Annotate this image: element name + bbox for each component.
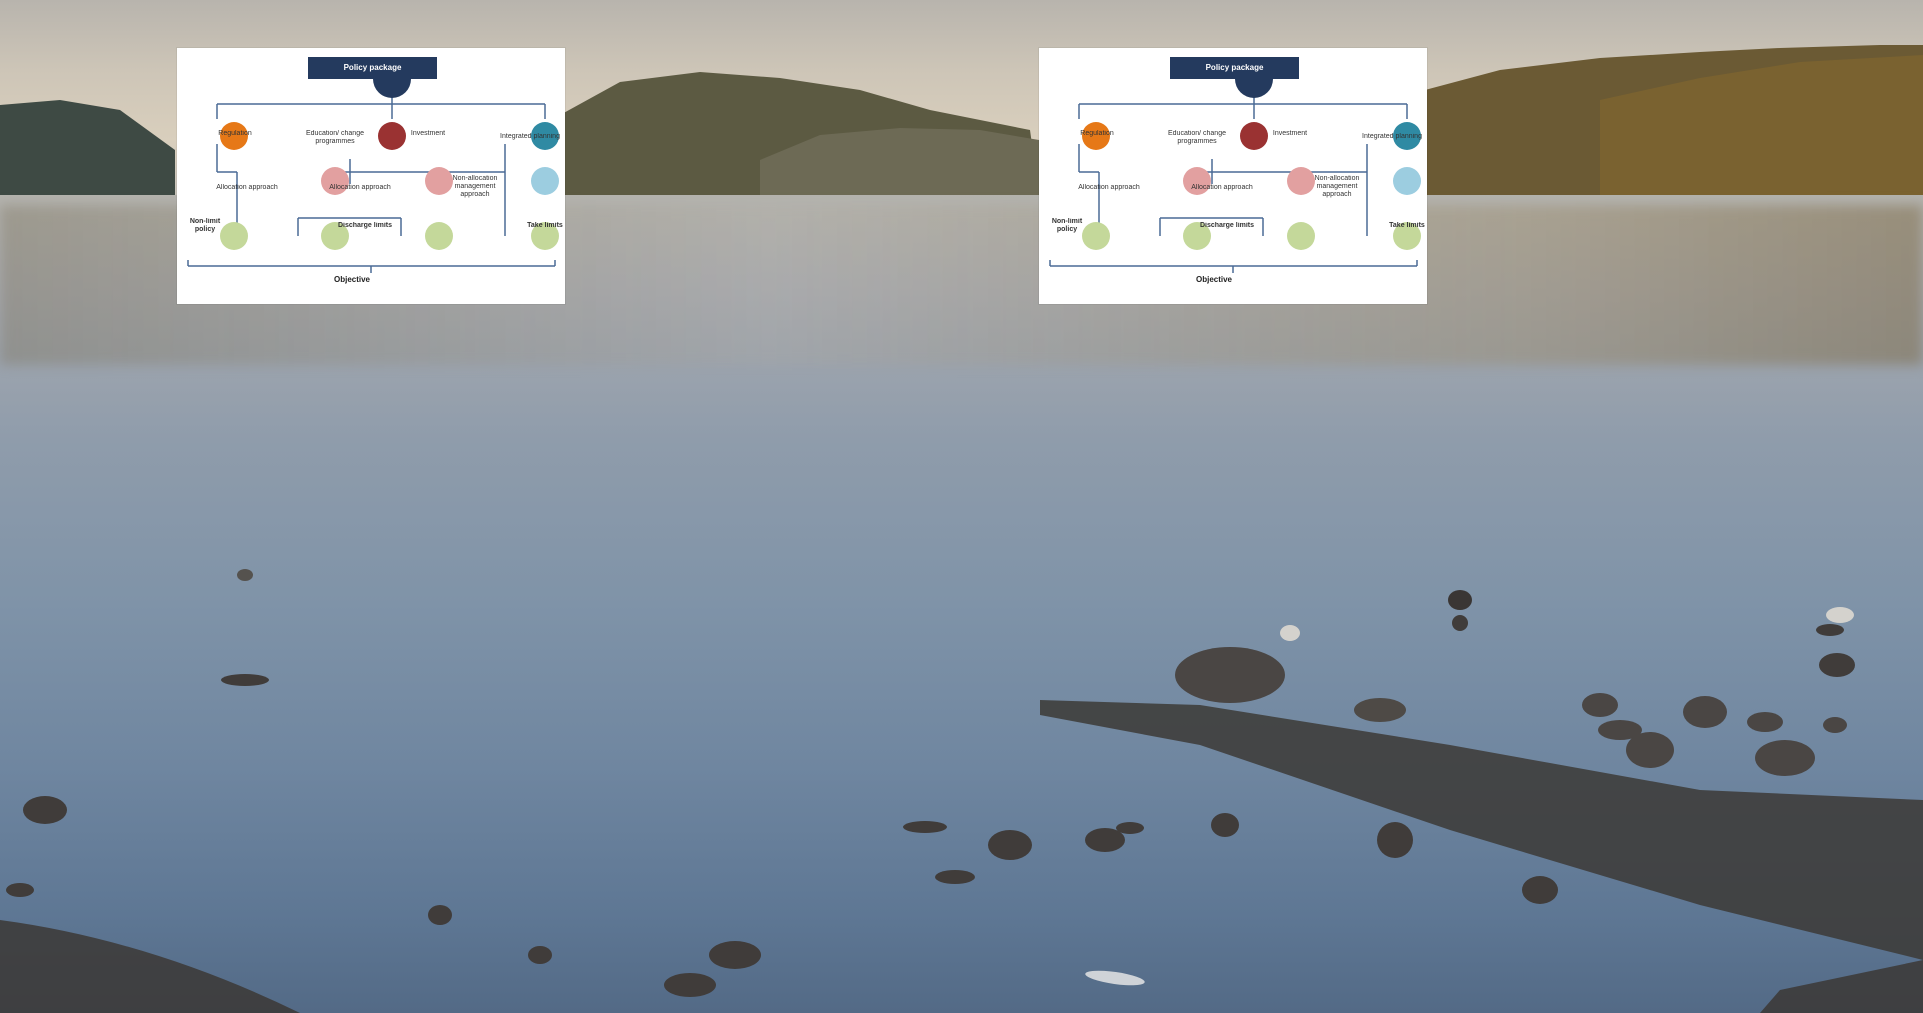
node-allocation-approach-1 [1393,167,1421,195]
policy-diagram-right: Policy package Integrated planning Inves… [1039,48,1427,304]
label-regulation: Regulation [1080,130,1114,137]
policy-diagram-left: Policy package Integrated planning Inves… [177,48,565,304]
label-take-limits: Take limits [1389,222,1425,229]
label-non-limit-policy: Non-limit policy [189,218,221,233]
node-education [1287,222,1315,250]
label-take-limits: Take limits [527,222,563,229]
label-non-allocation: Non-allocation management approach [452,175,498,198]
label-integrated-planning: Integrated planning [500,133,560,140]
label-allocation-approach-1: Allocation approach [1191,184,1253,191]
label-allocation-approach-2: Allocation approach [1078,184,1140,191]
label-non-limit-policy: Non-limit policy [1051,218,1083,233]
label-education: Education/ change programmes [1168,130,1226,145]
label-discharge-limits: Discharge limits [1199,222,1255,229]
diagram-title: Policy package [308,57,437,79]
label-education: Education/ change programmes [306,130,364,145]
label-investment: Investment [1272,130,1308,137]
node-education [425,222,453,250]
label-regulation: Regulation [218,130,252,137]
node-allocation-approach-1 [531,167,559,195]
label-allocation-approach-2: Allocation approach [216,184,278,191]
label-integrated-planning: Integrated planning [1362,133,1422,140]
label-objective: Objective [333,275,370,284]
diagram-title: Policy package [1170,57,1299,79]
label-allocation-approach-1: Allocation approach [329,184,391,191]
label-investment: Investment [410,130,446,137]
label-objective: Objective [1195,275,1232,284]
label-non-allocation: Non-allocation management approach [1314,175,1360,198]
label-discharge-limits: Discharge limits [337,222,393,229]
